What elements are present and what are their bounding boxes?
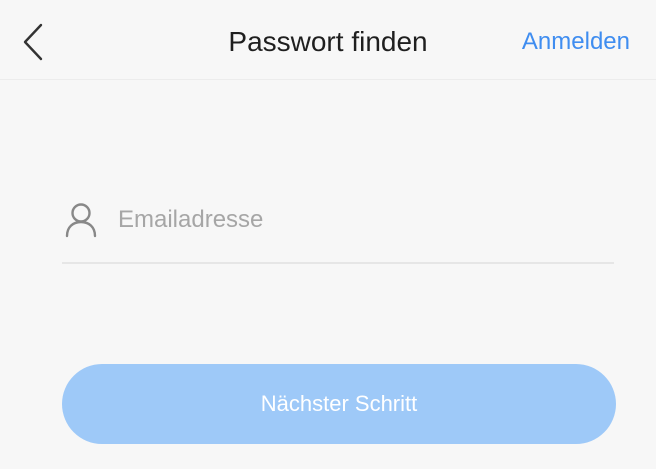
header-bar: Passwort finden Anmelden <box>0 0 656 80</box>
user-icon <box>64 202 98 238</box>
back-button[interactable] <box>22 18 70 66</box>
password-recovery-screen: Passwort finden Anmelden Nächster Schrit… <box>0 0 656 469</box>
email-field-row <box>62 190 614 264</box>
chevron-left-icon <box>22 23 44 61</box>
email-input[interactable] <box>118 198 598 242</box>
login-link[interactable]: Anmelden <box>522 20 630 64</box>
next-step-button[interactable]: Nächster Schritt <box>62 364 616 444</box>
